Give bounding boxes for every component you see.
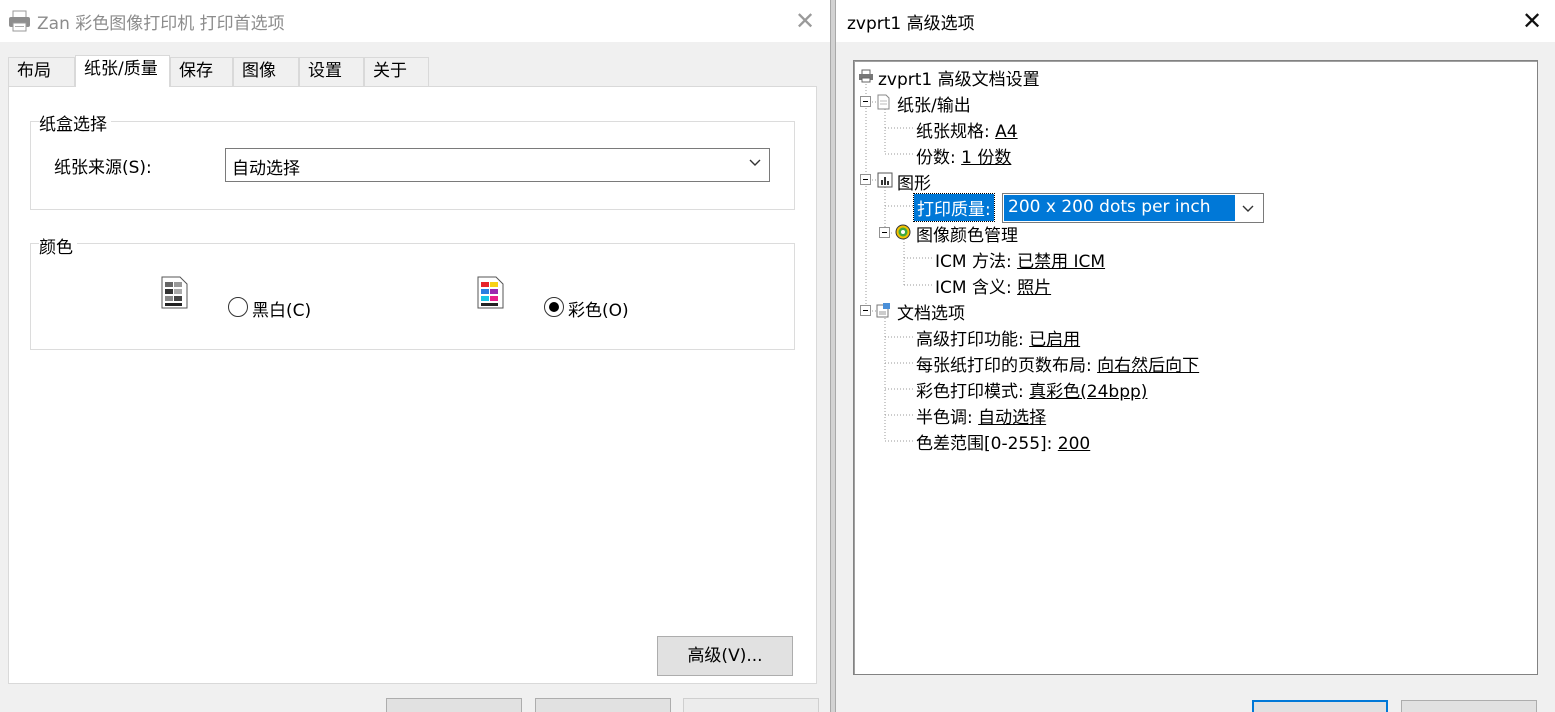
copies-value[interactable]: 1 份数 [961,148,1011,168]
printer-icon [9,10,30,32]
option-label: 高级打印功能: [916,330,1024,350]
icm-intent-value[interactable]: 照片 [1017,278,1051,298]
ok-button[interactable] [386,698,522,712]
grayscale-doc-icon [161,276,188,309]
tree-color-mode[interactable]: 彩色打印模式: 真彩色(24bpp) [916,377,1147,402]
tree-advanced-printing[interactable]: 高级打印功能: 已启用 [916,325,1080,350]
advanced-button[interactable]: 高级(V)... [657,636,793,676]
tray-group-title: 纸盒选择 [39,110,111,135]
ok-button[interactable] [1252,700,1388,712]
tree-paper-size[interactable]: 纸张规格: A4 [916,117,1018,142]
title-bar: Zan 彩色图像打印机 打印首选项 ✕ [0,0,830,42]
tree-document-options[interactable]: 文档选项 [897,299,965,324]
chevron-down-icon [749,159,761,166]
tree-paper-output[interactable]: 纸张/输出 [897,91,971,116]
tab-settings[interactable]: 设置 [299,57,364,86]
tree-pages-per-sheet-layout[interactable]: 每张纸打印的页数布局: 向右然后向下 [916,351,1199,376]
option-value[interactable]: 自动选择 [978,408,1046,428]
paper-icon [877,94,890,110]
icm-method-label: ICM 方法: [935,252,1012,272]
color-management-icon [895,224,911,240]
chart-icon [877,172,893,188]
paper-source-label: 纸张来源(S): [54,158,152,178]
bw-radio[interactable] [228,297,248,317]
cancel-button[interactable] [535,698,671,712]
window-title: Zan 彩色图像打印机 打印首选项 [37,14,285,34]
printing-preferences-dialog: Zan 彩色图像打印机 打印首选项 ✕ 布局 纸张/质量 保存 图像 设置 关于… [0,0,830,712]
radio-selected-dot [549,302,559,312]
tree-icm-method[interactable]: ICM 方法: 已禁用 ICM [935,247,1105,272]
chevron-down-icon [1242,205,1254,212]
tab-layout[interactable]: 布局 [8,57,75,86]
option-label: 彩色打印模式: [916,382,1024,402]
copies-label: 份数: [916,148,956,168]
title-bar: zvprt1 高级选项 ✕ [836,0,1555,42]
color-group [30,243,795,350]
document-options-icon [876,303,890,318]
collapse-icm[interactable] [879,227,890,238]
close-icon[interactable]: ✕ [792,8,818,34]
tree-icm[interactable]: 图像颜色管理 [916,221,1018,246]
paper-quality-panel: 纸盒选择 纸张来源(S): 自动选择 颜色 黑白(C) 彩色(O) 高级(V).… [8,86,817,684]
tree-printer-icon [859,69,873,83]
tree-graphics[interactable]: 图形 [897,169,931,194]
color-group-title: 颜色 [39,233,77,258]
print-quality-label[interactable]: 打印质量: [913,193,995,222]
cancel-button[interactable] [1401,700,1537,712]
option-label: 色差范围[0-255]: [916,434,1053,454]
icm-method-value[interactable]: 已禁用 ICM [1017,252,1105,272]
collapse-paper-output[interactable] [860,96,871,107]
settings-tree: zvprt1 高级文档设置 纸张/输出 纸张规格: A4 份数: 1 份数 图形… [853,60,1538,675]
option-value[interactable]: 真彩色(24bpp) [1029,382,1147,402]
tree-halftone[interactable]: 半色调: 自动选择 [916,403,1046,428]
icm-intent-label: ICM 含义: [935,278,1012,298]
color-doc-icon [477,276,504,309]
collapse-document-options[interactable] [860,305,871,316]
tab-image[interactable]: 图像 [233,57,299,86]
tab-paper-quality[interactable]: 纸张/质量 [75,55,170,87]
close-icon[interactable]: ✕ [1519,8,1545,34]
paper-source-dropdown[interactable]: 自动选择 [225,148,770,182]
tree-color-tolerance[interactable]: 色差范围[0-255]: 200 [916,429,1090,454]
color-radio[interactable] [544,297,564,317]
collapse-graphics[interactable] [860,174,871,185]
color-label: 彩色(O) [568,301,629,321]
option-value[interactable]: 已启用 [1029,330,1080,350]
option-label: 每张纸打印的页数布局: [916,356,1092,376]
apply-button[interactable] [683,698,819,712]
paper-size-value[interactable]: A4 [995,122,1017,142]
option-value[interactable]: 200 [1058,434,1090,454]
paper-size-label: 纸张规格: [916,122,990,142]
window-title: zvprt1 高级选项 [847,14,975,34]
tree-icm-intent[interactable]: ICM 含义: 照片 [935,273,1051,298]
tree-copies[interactable]: 份数: 1 份数 [916,143,1011,168]
option-value[interactable]: 向右然后向下 [1097,356,1199,376]
tab-about[interactable]: 关于 [364,57,429,86]
option-label: 半色调: [916,408,973,428]
paper-source-value: 自动选择 [232,159,300,179]
bw-label: 黑白(C) [252,301,312,321]
print-quality-dropdown[interactable]: 200 x 200 dots per inch [1002,193,1264,223]
advanced-options-dialog: zvprt1 高级选项 ✕ zvprt1 高级文档设置 纸张/输出 纸张规格: … [836,0,1555,712]
tab-save[interactable]: 保存 [170,57,233,86]
tree-root[interactable]: zvprt1 高级文档设置 [878,65,1040,90]
screen: Zan 彩色图像打印机 打印首选项 ✕ 布局 纸张/质量 保存 图像 设置 关于… [0,0,1555,712]
print-quality-value: 200 x 200 dots per inch [1004,195,1235,221]
